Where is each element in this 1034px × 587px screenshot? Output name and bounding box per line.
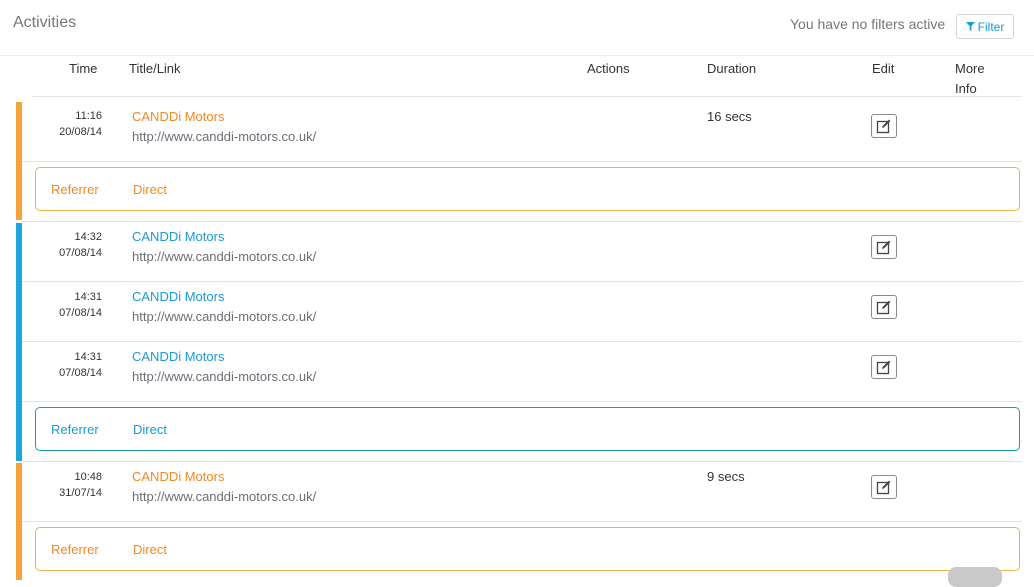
activity-time: 14:32 07/08/14 [59, 231, 102, 259]
row-divider [22, 461, 1022, 462]
row-divider [22, 401, 1022, 402]
column-header-title-link: Title/Link [129, 61, 181, 76]
referrer-box: Referrer Direct [35, 527, 1020, 571]
activity-title-link[interactable]: CANDDi Motors [132, 108, 224, 126]
column-header-more-info-line1: More [955, 61, 985, 76]
edit-button[interactable] [871, 295, 897, 319]
referrer-box: Referrer Direct [35, 167, 1020, 211]
funnel-icon [965, 22, 975, 31]
edit-icon [876, 119, 891, 134]
activity-title-link[interactable]: CANDDi Motors [132, 348, 224, 366]
activity-time: 14:31 07/08/14 [59, 351, 102, 379]
activities-header: Activities You have no filters active Fi… [0, 0, 1034, 56]
edit-button[interactable] [871, 235, 897, 259]
activity-title-link[interactable]: CANDDi Motors [132, 228, 224, 246]
scrollbar-thumb[interactable] [948, 567, 1002, 587]
column-header-duration: Duration [707, 61, 757, 76]
column-header-actions: Actions [587, 61, 630, 76]
edit-button[interactable] [871, 475, 897, 499]
activity-duration: 16 secs [707, 109, 752, 124]
activity-title-link[interactable]: CANDDi Motors [132, 288, 224, 306]
column-header-time: Time [69, 61, 98, 76]
column-header-edit: Edit [872, 61, 895, 76]
activity-duration: 9 secs [707, 469, 745, 484]
activity-url[interactable]: http://www.canddi-motors.co.uk/ [132, 368, 316, 386]
row-divider [22, 281, 1022, 282]
table-header-divider [32, 96, 1022, 97]
edit-button[interactable] [871, 355, 897, 379]
referrer-value: Direct [133, 422, 167, 437]
activity-url[interactable]: http://www.canddi-motors.co.uk/ [132, 248, 316, 266]
edit-icon [876, 300, 891, 315]
referrer-label: Referrer [51, 422, 99, 437]
row-divider [22, 161, 1022, 162]
referrer-box: Referrer Direct [35, 407, 1020, 451]
filter-status-text: You have no filters active [790, 16, 946, 32]
row-divider [22, 521, 1022, 522]
edit-button[interactable] [871, 114, 897, 138]
filter-button-label: Filter [977, 19, 1005, 34]
referrer-label: Referrer [51, 182, 99, 197]
activity-url[interactable]: http://www.canddi-motors.co.uk/ [132, 488, 316, 506]
activity-time: 14:31 07/08/14 [59, 291, 102, 319]
activity-url[interactable]: http://www.canddi-motors.co.uk/ [132, 308, 316, 326]
referrer-label: Referrer [51, 542, 99, 557]
referrer-value: Direct [133, 542, 167, 557]
referrer-value: Direct [133, 182, 167, 197]
row-divider [22, 341, 1022, 342]
edit-icon [876, 480, 891, 495]
page-title: Activities [13, 14, 77, 31]
activity-url[interactable]: http://www.canddi-motors.co.uk/ [132, 128, 316, 146]
activity-time: 11:16 20/08/14 [59, 110, 102, 138]
edit-icon [876, 240, 891, 255]
activity-title-link[interactable]: CANDDi Motors [132, 468, 224, 486]
activity-time: 10:48 31/07/14 [59, 471, 102, 499]
row-divider [22, 221, 1022, 222]
session-stripe-blue [16, 223, 22, 461]
filter-button[interactable]: Filter [956, 14, 1014, 39]
edit-icon [876, 360, 891, 375]
column-header-more-info: More Info [955, 59, 985, 99]
